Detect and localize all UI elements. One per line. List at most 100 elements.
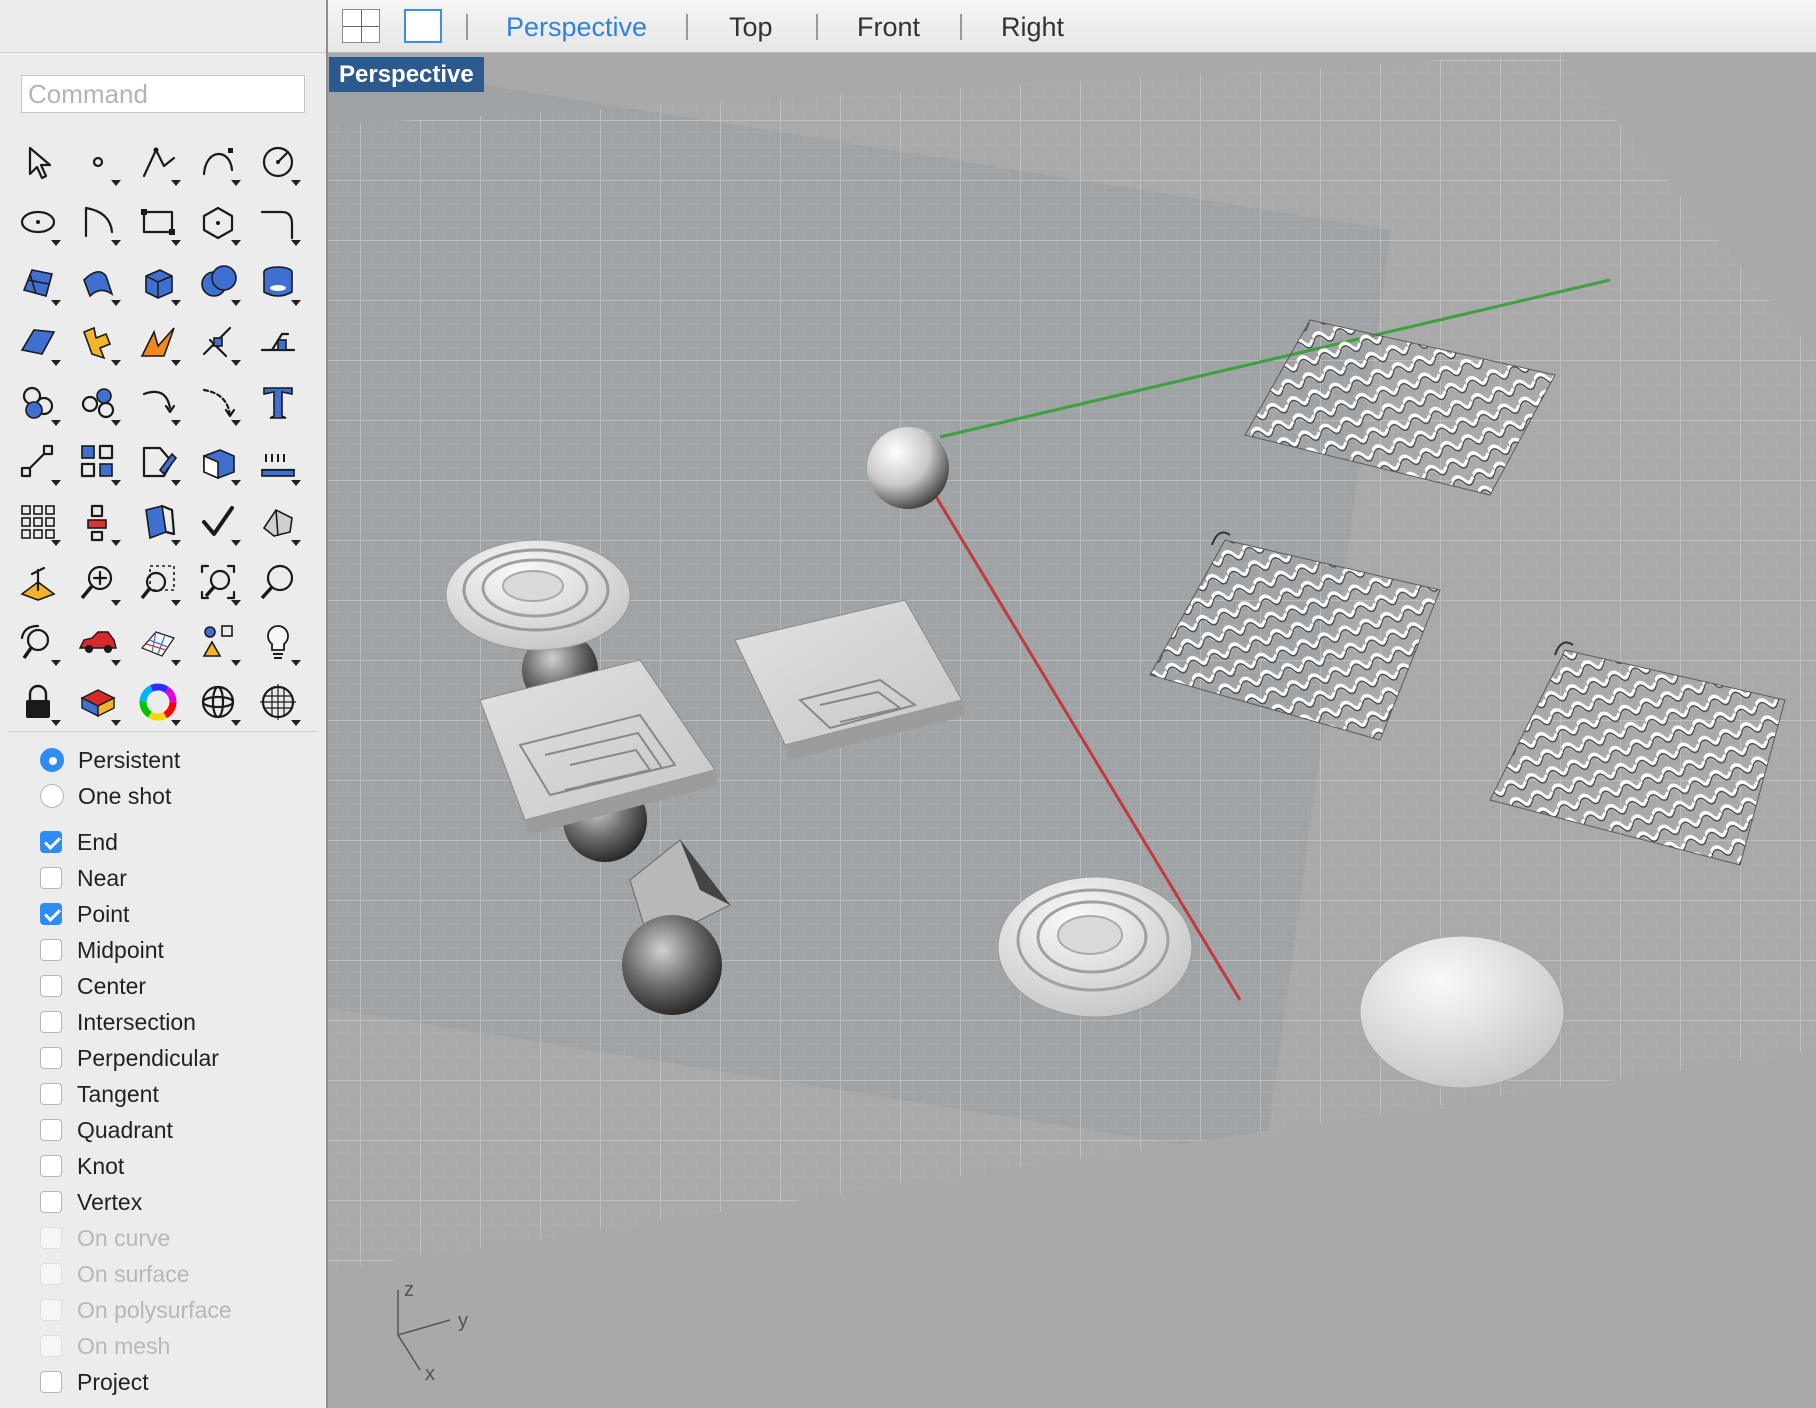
transform-icon[interactable] [128, 492, 188, 552]
flyout-arrow-icon[interactable] [171, 180, 181, 186]
flyout-arrow-icon[interactable] [291, 300, 301, 306]
osnap-row-project[interactable]: Project [40, 1364, 320, 1400]
flyout-arrow-icon[interactable] [51, 360, 61, 366]
group-icon[interactable] [68, 372, 128, 432]
flyout-arrow-icon[interactable] [171, 420, 181, 426]
cplane-icon[interactable] [8, 552, 68, 612]
radio-persistent[interactable] [40, 748, 64, 772]
tab-top[interactable]: Top [729, 0, 773, 52]
flyout-arrow-icon[interactable] [111, 240, 121, 246]
flyout-arrow-icon[interactable] [291, 660, 301, 666]
point-icon[interactable] [68, 132, 128, 192]
zoom-icon[interactable] [68, 552, 128, 612]
flyout-arrow-icon[interactable] [171, 540, 181, 546]
flyout-arrow-icon[interactable] [111, 540, 121, 546]
osnap-row-vertex[interactable]: Vertex [40, 1184, 320, 1220]
perspective-viewport[interactable]: z y x [328, 53, 1816, 1408]
flyout-arrow-icon[interactable] [231, 180, 241, 186]
surface-icon[interactable] [68, 252, 128, 312]
select-arrow-icon[interactable] [8, 132, 68, 192]
flyout-arrow-icon[interactable] [51, 660, 61, 666]
light-icon[interactable] [248, 612, 308, 672]
osnap-checkbox[interactable] [40, 939, 62, 961]
osnap-checkbox[interactable] [40, 903, 62, 925]
osnap-checkbox[interactable] [40, 1191, 62, 1213]
array-icon[interactable] [68, 432, 128, 492]
flyout-arrow-icon[interactable] [111, 720, 121, 726]
osnap-checkbox[interactable] [40, 975, 62, 997]
text-icon[interactable] [248, 372, 308, 432]
viewport-title-label[interactable]: Perspective [329, 57, 484, 92]
command-input[interactable] [21, 75, 305, 113]
flyout-arrow-icon[interactable] [111, 180, 121, 186]
extrude-icon[interactable] [248, 312, 308, 372]
flyout-arrow-icon[interactable] [291, 240, 301, 246]
single-viewport-icon[interactable] [404, 9, 442, 43]
osnap-checkbox[interactable] [40, 1083, 62, 1105]
flyout-arrow-icon[interactable] [111, 600, 121, 606]
arc-icon[interactable] [68, 192, 128, 252]
flyout-arrow-icon[interactable] [231, 420, 241, 426]
osnap-row-tangent[interactable]: Tangent [40, 1076, 320, 1112]
osnap-row-end[interactable]: End [40, 824, 320, 860]
osnap-row-near[interactable]: Near [40, 860, 320, 896]
zoom-window-icon[interactable] [128, 552, 188, 612]
flyout-arrow-icon[interactable] [171, 360, 181, 366]
wireframe-sphere-icon[interactable] [188, 672, 248, 732]
osnap-checkbox[interactable] [40, 831, 62, 853]
flyout-arrow-icon[interactable] [171, 300, 181, 306]
scale-icon[interactable] [8, 432, 68, 492]
osnap-row-midpoint[interactable]: Midpoint [40, 932, 320, 968]
flyout-arrow-icon[interactable] [111, 420, 121, 426]
flyout-arrow-icon[interactable] [291, 720, 301, 726]
join-icon[interactable] [8, 372, 68, 432]
circle-icon[interactable] [248, 132, 308, 192]
flyout-arrow-icon[interactable] [171, 240, 181, 246]
flyout-arrow-icon[interactable] [51, 540, 61, 546]
tab-perspective[interactable]: Perspective [506, 0, 647, 52]
properties-icon[interactable] [188, 612, 248, 672]
flyout-arrow-icon[interactable] [231, 480, 241, 486]
flyout-arrow-icon[interactable] [51, 720, 61, 726]
layer-icon[interactable] [68, 672, 128, 732]
osnap-row-intersection[interactable]: Intersection [40, 1004, 320, 1040]
flyout-arrow-icon[interactable] [291, 480, 301, 486]
flyout-arrow-icon[interactable] [51, 420, 61, 426]
flyout-arrow-icon[interactable] [171, 720, 181, 726]
osnap-mode-persistent[interactable]: Persistent [40, 742, 320, 778]
flyout-arrow-icon[interactable] [231, 720, 241, 726]
flyout-arrow-icon[interactable] [291, 540, 301, 546]
tab-right[interactable]: Right [1001, 0, 1064, 52]
zoom-extents-icon[interactable] [188, 552, 248, 612]
flyout-arrow-icon[interactable] [171, 660, 181, 666]
color-wheel-icon[interactable] [128, 672, 188, 732]
mesh-icon[interactable] [128, 612, 188, 672]
flyout-arrow-icon[interactable] [291, 180, 301, 186]
explode-icon[interactable] [68, 312, 128, 372]
flyout-arrow-icon[interactable] [231, 540, 241, 546]
osnap-row-perpendicular[interactable]: Perpendicular [40, 1040, 320, 1076]
flyout-arrow-icon[interactable] [231, 360, 241, 366]
check-icon[interactable] [188, 492, 248, 552]
osnap-checkbox[interactable] [40, 1155, 62, 1177]
polyline-icon[interactable] [128, 132, 188, 192]
flyout-arrow-icon[interactable] [171, 600, 181, 606]
flyout-arrow-icon[interactable] [231, 660, 241, 666]
mesh-sphere-icon[interactable] [248, 672, 308, 732]
flyout-arrow-icon[interactable] [231, 240, 241, 246]
sphere-icon[interactable] [188, 252, 248, 312]
grid-array-icon[interactable] [8, 492, 68, 552]
osnap-checkbox[interactable] [40, 1119, 62, 1141]
ellipse-icon[interactable] [8, 192, 68, 252]
car-render-icon[interactable] [68, 612, 128, 672]
flyout-arrow-icon[interactable] [111, 660, 121, 666]
osnap-checkbox[interactable] [40, 1371, 62, 1393]
osnap-checkbox[interactable] [40, 1011, 62, 1033]
dimension-icon[interactable] [248, 432, 308, 492]
tab-front[interactable]: Front [857, 0, 920, 52]
flyout-arrow-icon[interactable] [111, 480, 121, 486]
solid-tools-icon[interactable] [188, 432, 248, 492]
flyout-arrow-icon[interactable] [171, 480, 181, 486]
lock-icon[interactable] [8, 672, 68, 732]
pan-icon[interactable] [8, 612, 68, 672]
